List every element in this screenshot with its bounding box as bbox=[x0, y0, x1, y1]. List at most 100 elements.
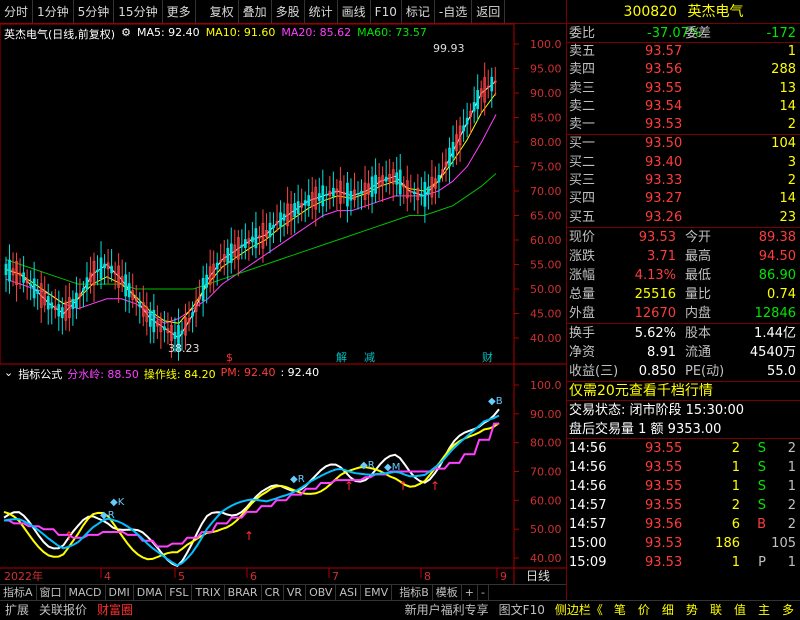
tab-15[interactable]: + bbox=[462, 585, 478, 600]
promo-banner[interactable]: 仅需20元查看千档行情 bbox=[567, 382, 800, 401]
candle-body bbox=[163, 326, 166, 331]
tick-cell: 1 bbox=[787, 554, 796, 570]
stats-table: 现价 93.53 今开 89.38 涨跌 3.71 最高 94.50 涨幅 4.13% 最低 86.9… bbox=[567, 228, 800, 324]
stat-cell: 内盘 bbox=[685, 305, 712, 321]
candle-body bbox=[412, 191, 416, 195]
stat-row: 外盘 12670 内盘 12846 bbox=[567, 304, 800, 323]
period-label[interactable]: 日线 bbox=[526, 569, 550, 583]
candle-body bbox=[103, 263, 106, 269]
footer-tab-0[interactable]: 笔 bbox=[608, 601, 632, 620]
tab-4[interactable]: DMA bbox=[134, 585, 167, 600]
footer-spacer bbox=[138, 601, 400, 620]
tick-cell: 93.55 bbox=[645, 497, 683, 513]
tab-10[interactable]: OBV bbox=[306, 585, 337, 600]
buy-arrow-icon: ↑ bbox=[64, 529, 74, 543]
footer-left-1[interactable]: 关联报价 bbox=[34, 601, 92, 620]
footer-tab-3[interactable]: 势 bbox=[680, 601, 704, 620]
tab-11[interactable]: ASI bbox=[336, 585, 362, 600]
settings-icon[interactable]: ⚙ bbox=[121, 26, 131, 42]
event-marker[interactable]: 减 bbox=[364, 351, 375, 364]
kline-chart[interactable]: 100.0 95.00 90.00 85.00 80.00 75.00 70.00 65.00… bbox=[0, 0, 566, 600]
xaxis-month: 5 bbox=[178, 570, 185, 583]
candle-body bbox=[99, 257, 103, 280]
candle-body bbox=[370, 176, 374, 197]
tab-14[interactable]: 模板 bbox=[433, 585, 462, 600]
tab-13[interactable]: 指标B bbox=[396, 585, 433, 600]
last-label: : 92.40 bbox=[280, 366, 320, 379]
tab-3[interactable]: DMI bbox=[106, 585, 134, 600]
footer-mid-1[interactable]: 图文F10 bbox=[494, 601, 550, 620]
footer-tab-6[interactable]: 主 bbox=[752, 601, 776, 620]
tab-16[interactable]: - bbox=[478, 585, 489, 600]
candle-body bbox=[317, 193, 321, 201]
candle-body bbox=[75, 292, 78, 309]
tab-2[interactable]: MACD bbox=[66, 585, 106, 600]
kline-ytick-label: 70.00 bbox=[530, 185, 562, 198]
tab-5[interactable]: FSL bbox=[166, 585, 193, 600]
tab-8[interactable]: CR bbox=[262, 585, 284, 600]
row-price: 93.33 bbox=[645, 173, 683, 189]
indicator-dropdown-icon[interactable]: ⌄ bbox=[4, 366, 13, 380]
tick-row: 14:57 93.55 2 S 2 bbox=[567, 496, 800, 515]
candle-body bbox=[282, 213, 286, 221]
xaxis-month: 8 bbox=[424, 570, 431, 583]
footer-tab-5[interactable]: 值 bbox=[728, 601, 752, 620]
tick-row: 14:56 93.55 1 S 1 bbox=[567, 458, 800, 477]
indicator-title[interactable]: 指标公式 bbox=[18, 366, 62, 381]
tick-row: 14:57 93.56 6 B 2 bbox=[567, 515, 800, 534]
ind-ytick-label: 100.0 bbox=[530, 379, 562, 392]
footer-mid-2[interactable]: 侧边栏《 bbox=[550, 601, 608, 620]
tab-6[interactable]: TRIX bbox=[192, 585, 225, 600]
tick-list: 14:56 93.55 2 S 2 14:56 93.55 1 S 1 14:56 93.55 1 S 1 1… bbox=[567, 439, 800, 572]
stat-cell: 今开 bbox=[685, 229, 712, 245]
row-price: 93.50 bbox=[645, 136, 683, 152]
candle-body bbox=[110, 265, 113, 274]
tick-cell: 1 bbox=[731, 478, 740, 494]
candle-body bbox=[356, 193, 360, 195]
trade-status: 交易状态: 闭市阶段 15:30:00 bbox=[569, 402, 745, 418]
candle-body bbox=[71, 298, 75, 310]
footer-tab-2[interactable]: 细 bbox=[656, 601, 680, 620]
tick-cell: 2 bbox=[787, 516, 796, 532]
tab-9[interactable]: VR bbox=[284, 585, 307, 600]
tick-cell: 2 bbox=[731, 497, 740, 513]
signal-annotation: ◆R bbox=[100, 510, 115, 521]
tick-cell: 93.55 bbox=[645, 459, 683, 475]
event-marker[interactable]: 财 bbox=[482, 350, 493, 364]
xaxis-month: 6 bbox=[250, 570, 257, 583]
ma10-label: MA10: 91.60 bbox=[205, 26, 276, 39]
footer-left-2[interactable]: 财富圈 bbox=[92, 601, 138, 620]
stat-row: 总量 25516 量比 0.74 bbox=[567, 285, 800, 304]
tab-1[interactable]: 窗口 bbox=[37, 585, 66, 600]
buy-arrow-icon: ↑ bbox=[244, 529, 254, 543]
stat-cell: 4.13% bbox=[634, 267, 676, 283]
tab-0[interactable]: 指标A bbox=[0, 585, 37, 600]
candle-body bbox=[60, 307, 64, 319]
tick-cell: S bbox=[757, 459, 766, 475]
footer-mid-0[interactable]: 新用户福利专享 bbox=[400, 601, 494, 620]
candle-body bbox=[8, 259, 11, 282]
kline-ytick-label: 90.00 bbox=[530, 87, 562, 100]
quote-row: 买一 93.50 104 bbox=[567, 135, 800, 153]
footer-tab-4[interactable]: 联 bbox=[704, 601, 728, 620]
candle-body bbox=[251, 236, 254, 243]
signal-annotation: ◆R bbox=[290, 474, 305, 485]
footer-tab-7[interactable]: 多 bbox=[776, 601, 800, 620]
candle-body bbox=[191, 312, 194, 317]
tab-12[interactable]: EMV bbox=[361, 585, 393, 600]
stock-code: 300820 bbox=[623, 4, 677, 20]
tab-7[interactable]: BRAR bbox=[225, 585, 262, 600]
footer-tab-1[interactable]: 价 bbox=[632, 601, 656, 620]
stat-row: 涨幅 4.13% 最低 86.90 bbox=[567, 266, 800, 285]
event-marker[interactable]: 解 bbox=[336, 350, 347, 364]
tick-row: 14:56 93.55 1 S 1 bbox=[567, 477, 800, 496]
kline-ytick-label: 80.00 bbox=[530, 136, 562, 149]
tick-cell: 6 bbox=[731, 516, 740, 532]
event-marker[interactable]: $ bbox=[226, 351, 233, 364]
tick-cell: 14:57 bbox=[569, 497, 607, 513]
footer-left-0[interactable]: 扩展 bbox=[0, 601, 34, 620]
row-label: 卖五 bbox=[569, 44, 596, 59]
indicator-legend: ⌄ 指标公式 分水岭: 88.50 操作线: 84.20 PM: 92.40 :… bbox=[4, 366, 320, 381]
stat-cell: 5.62% bbox=[634, 325, 676, 341]
row-label: 买五 bbox=[569, 209, 596, 225]
